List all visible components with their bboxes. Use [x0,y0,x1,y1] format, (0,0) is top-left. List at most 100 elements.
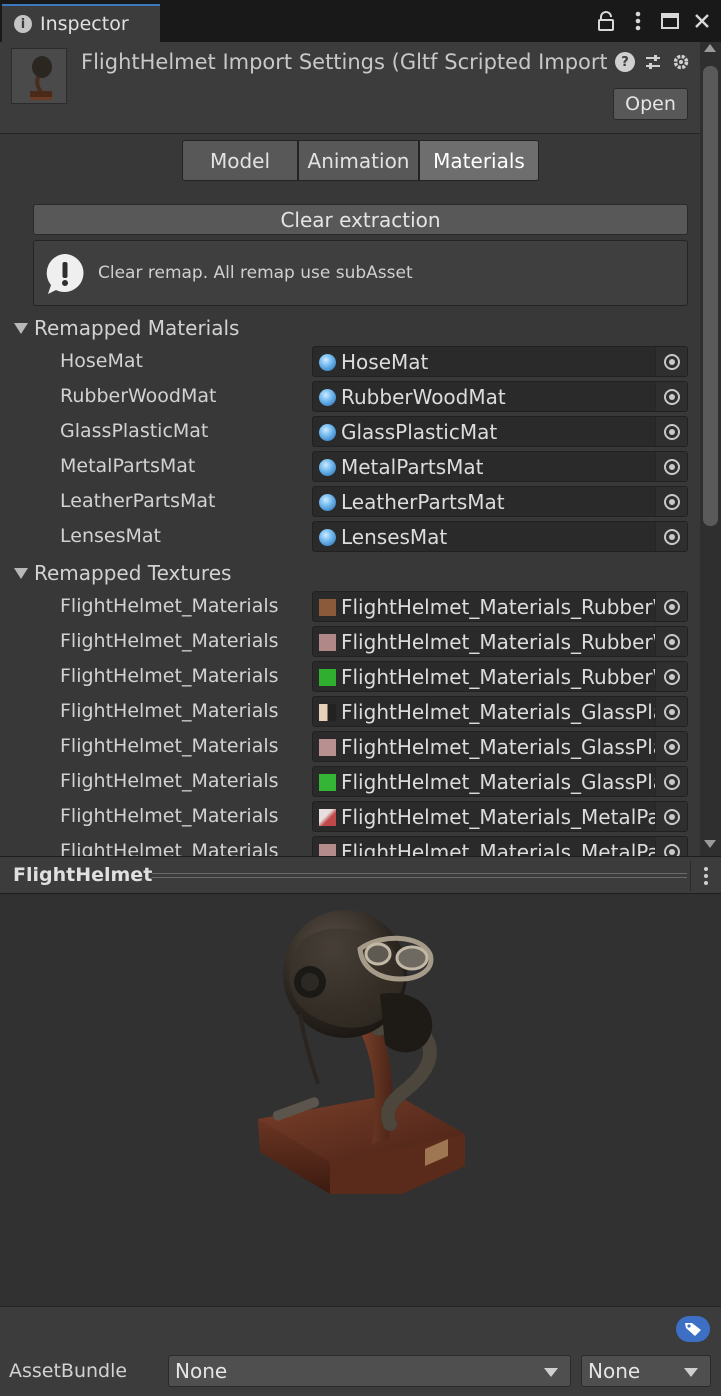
remapped-textures-foldout[interactable]: Remapped Textures [14,561,231,585]
inspector-tab[interactable]: i Inspector [2,4,160,42]
field-value: FlightHelmet_Materials_MetalPartsMat [341,840,655,856]
tab-model[interactable]: Model [182,140,298,181]
object-picker-icon[interactable] [655,382,687,411]
remapped-materials-foldout[interactable]: Remapped Materials [14,316,239,340]
object-picker-icon[interactable] [655,487,687,516]
material-row: MetalPartsMat MetalPartsMat [0,451,700,484]
field-value: FlightHelmet_Materials_GlassPlasticMat [341,770,655,794]
texture-object-field[interactable]: FlightHelmet_Materials_RubberWoodMat [312,591,688,622]
material-label: LensesMat [60,525,161,547]
object-picker-icon[interactable] [655,452,687,481]
foldout-arrow-icon [14,567,28,579]
material-object-field[interactable]: MetalPartsMat [312,451,688,482]
gear-icon[interactable] [671,52,691,72]
texture-object-field[interactable]: FlightHelmet_Materials_MetalPartsMat [312,801,688,832]
help-icon[interactable]: ? [615,52,635,72]
material-icon [319,354,336,371]
object-picker-icon[interactable] [655,417,687,446]
scroll-up-arrow-icon[interactable] [704,44,716,52]
chevron-down-icon [684,1368,698,1377]
texture-object-field[interactable]: FlightHelmet_Materials_GlassPlasticMat [312,696,688,727]
object-picker-icon[interactable] [655,767,687,796]
more-vert-icon[interactable] [700,865,712,887]
field-value: GlassPlasticMat [341,420,498,444]
texture-label: FlightHelmet_Materials [60,665,279,687]
close-icon[interactable] [691,10,713,32]
material-object-field[interactable]: RubberWoodMat [312,381,688,412]
texture-row: FlightHelmet_Materials FlightHelmet_Mate… [0,696,700,729]
texture-object-field[interactable]: FlightHelmet_Materials_RubberWoodMat [312,626,688,657]
more-vert-icon[interactable] [627,10,649,32]
material-row: RubberWoodMat RubberWoodMat [0,381,700,414]
divider [690,861,691,891]
material-object-field[interactable]: LensesMat [312,521,688,552]
importer-tabs: Model Animation Materials [182,140,539,181]
object-picker-icon[interactable] [655,732,687,761]
material-icon [319,529,336,546]
inspector-header: FlightHelmet Import Settings (Gltf Scrip… [0,42,721,134]
material-object-field[interactable]: GlassPlasticMat [312,416,688,447]
dropdown-value: None [588,1359,641,1383]
tab-label: Inspector [40,13,129,35]
asset-bundle-variant-dropdown[interactable]: None [581,1355,711,1387]
object-picker-icon[interactable] [655,662,687,691]
lock-icon[interactable] [595,10,617,32]
texture-row: FlightHelmet_Materials FlightHelmet_Mate… [0,766,700,799]
texture-row: FlightHelmet_Materials FlightHelmet_Mate… [0,591,700,624]
texture-label: FlightHelmet_Materials [60,630,279,652]
object-picker-icon[interactable] [655,347,687,376]
material-object-field[interactable]: LeatherPartsMat [312,486,688,517]
field-value: FlightHelmet_Materials_GlassPlasticMat [341,700,655,724]
scrollbar[interactable] [700,42,721,856]
asset-thumbnail [11,48,67,104]
flight-helmet-model-image [258,910,465,1194]
field-value: MetalPartsMat [341,455,484,479]
texture-thumbnail-icon [319,809,336,826]
object-picker-icon[interactable] [655,837,687,856]
model-preview[interactable] [0,894,721,1306]
texture-label: FlightHelmet_Materials [60,805,279,827]
asset-bundle-name-dropdown[interactable]: None [168,1355,571,1387]
object-picker-icon[interactable] [655,592,687,621]
material-row: HoseMat HoseMat [0,346,700,379]
texture-object-field[interactable]: FlightHelmet_Materials_RubberWoodMat [312,661,688,692]
material-icon [319,389,336,406]
help-box: Clear remap. All remap use subAsset [33,240,688,306]
preview-header[interactable]: FlightHelmet [0,856,721,894]
warning-bubble-icon [46,254,84,294]
texture-row: FlightHelmet_Materials FlightHelmet_Mate… [0,661,700,694]
preset-icon[interactable] [643,52,663,72]
object-picker-icon[interactable] [655,697,687,726]
object-picker-icon[interactable] [655,522,687,551]
material-row: GlassPlasticMat GlassPlasticMat [0,416,700,449]
material-label: GlassPlasticMat [60,420,209,442]
object-picker-icon[interactable] [655,802,687,831]
texture-label: FlightHelmet_Materials [60,595,279,617]
tab-animation[interactable]: Animation [298,140,419,181]
field-value: FlightHelmet_Materials_RubberWoodMat [341,595,655,619]
asset-bundle-label: AssetBundle [9,1360,128,1382]
material-icon [319,424,336,441]
texture-object-field[interactable]: FlightHelmet_Materials_GlassPlasticMat [312,731,688,762]
clear-extraction-button[interactable]: Clear extraction [33,204,688,235]
scroll-down-arrow-icon[interactable] [704,840,716,848]
foldout-label: Remapped Textures [34,561,232,585]
texture-row: FlightHelmet_Materials FlightHelmet_Mate… [0,731,700,764]
scroll-thumb[interactable] [703,66,718,526]
field-value: LensesMat [341,525,448,549]
info-icon: i [14,15,32,33]
texture-thumbnail-icon [319,844,336,856]
field-value: FlightHelmet_Materials_MetalPartsMat [341,805,655,829]
tab-materials[interactable]: Materials [419,140,539,181]
texture-thumbnail-icon [319,739,336,756]
object-picker-icon[interactable] [655,627,687,656]
open-button[interactable]: Open [613,88,688,120]
drag-handle[interactable] [152,873,687,878]
maximize-icon[interactable] [659,10,681,32]
texture-object-field[interactable]: FlightHelmet_Materials_GlassPlasticMat [312,766,688,797]
material-object-field[interactable]: HoseMat [312,346,688,377]
chevron-down-icon [544,1368,558,1377]
inspector-content: Model Animation Materials Clear extracti… [0,134,700,856]
tag-icon[interactable] [676,1316,710,1342]
texture-object-field[interactable]: FlightHelmet_Materials_MetalPartsMat [312,836,688,856]
